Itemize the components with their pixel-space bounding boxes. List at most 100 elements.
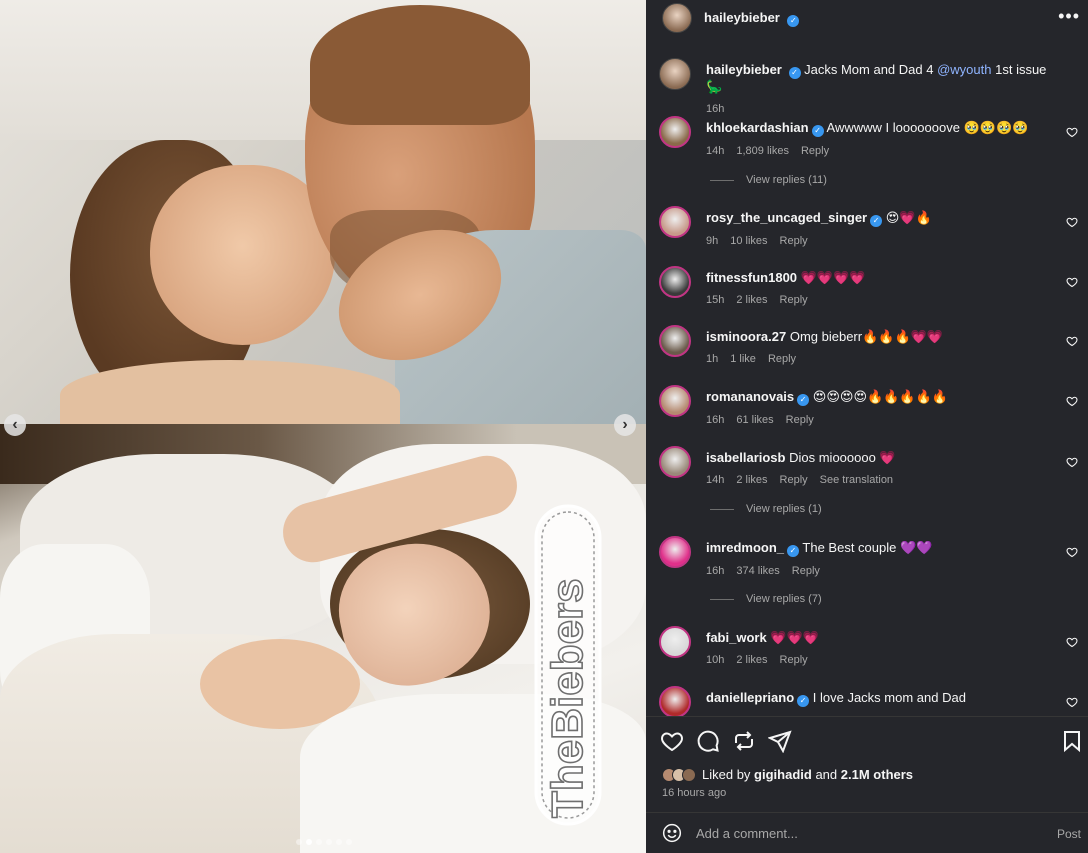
liked-by-and: and (815, 767, 838, 782)
comment-text: 😍😍😍😍🔥🔥🔥🔥🔥 (812, 389, 948, 404)
commenter-avatar[interactable] (659, 626, 691, 658)
comment-likes[interactable]: 10 likes (730, 233, 767, 249)
commenter-username[interactable]: romananovais (706, 389, 794, 404)
comment-likes[interactable]: 2 likes (736, 652, 767, 668)
commenter-username[interactable]: rosy_the_uncaged_singer (706, 210, 867, 225)
view-replies-label: View replies (11) (746, 174, 827, 186)
reply-button[interactable]: Reply (780, 652, 808, 668)
post-timestamp: 16 hours ago (662, 787, 727, 799)
comment-text: 💗💗💗💗 (800, 270, 866, 285)
caption-mention-link[interactable]: @wyouth (937, 62, 991, 77)
comment-icon[interactable] (696, 729, 720, 753)
post-comment-button[interactable]: Post (1057, 827, 1081, 841)
reply-button[interactable]: Reply (786, 412, 814, 428)
post-side-panel: haileybieber ✓ ••• haileybieber ✓ Jacks … (646, 0, 1088, 853)
view-replies-button[interactable]: View replies (1) (710, 503, 822, 515)
author-username[interactable]: haileybieber (704, 10, 780, 25)
view-replies-button[interactable]: View replies (11) (710, 174, 827, 186)
caption-author-avatar[interactable] (659, 58, 691, 90)
comment-likes[interactable]: 2 likes (736, 292, 767, 308)
like-comment-icon[interactable] (1066, 395, 1078, 407)
carousel-photo-top (0, 0, 646, 424)
comment-text: 😍💗🔥 (885, 210, 932, 225)
liked-by-avatars (662, 767, 696, 782)
commenter-username[interactable]: khloekardashian (706, 120, 809, 135)
comment-time: 9h (706, 235, 719, 247)
like-comment-icon[interactable] (1066, 696, 1078, 708)
author-avatar[interactable] (662, 3, 692, 33)
view-replies-button[interactable]: View replies (7) (710, 593, 822, 605)
post-header: haileybieber ✓ ••• (646, 0, 1088, 36)
reply-button[interactable]: Reply (780, 472, 808, 488)
verified-badge-icon: ✓ (787, 15, 800, 27)
liked-by-user-link[interactable]: gigihadid (754, 767, 812, 782)
more-options-icon[interactable]: ••• (1058, 6, 1080, 27)
bookmark-icon[interactable] (1060, 729, 1084, 753)
likes-summary: Liked by gigihadid and 2.1M others (662, 767, 913, 782)
comment-text: 💗💗💗 (770, 630, 819, 645)
commenter-username[interactable]: fitnessfun1800 (706, 270, 797, 285)
commenter-avatar[interactable] (659, 536, 691, 568)
verified-badge-icon: ✓ (811, 125, 824, 137)
reply-button[interactable]: Reply (768, 351, 796, 367)
carousel-next-button[interactable]: › (614, 414, 636, 436)
comment-text: Dios mioooooo 💗 (789, 450, 896, 465)
comment-likes[interactable]: 1,809 likes (736, 143, 789, 159)
commenter-username[interactable]: daniellepriano (706, 690, 794, 705)
reply-button[interactable]: Reply (780, 233, 808, 249)
post-actions: Liked by gigihadid and 2.1M others 16 ho… (646, 716, 1088, 812)
like-comment-icon[interactable] (1066, 276, 1078, 288)
add-comment-bar: Post (646, 812, 1088, 853)
liked-by-prefix: Liked by (702, 767, 751, 782)
like-comment-icon[interactable] (1066, 216, 1078, 228)
comment-likes[interactable]: 2 likes (736, 472, 767, 488)
likes-count-link[interactable]: 2.1M others (841, 767, 913, 782)
comment-likes[interactable]: 1 like (730, 351, 756, 367)
commenter-avatar[interactable] (659, 206, 691, 238)
carousel-prev-button[interactable]: ‹ (4, 414, 26, 436)
emoji-icon[interactable] (662, 823, 682, 843)
commenter-avatar[interactable] (659, 116, 691, 148)
commenter-avatar[interactable] (659, 266, 691, 298)
carousel-dot (306, 839, 312, 845)
caption-author-username[interactable]: haileybieber (706, 62, 782, 77)
commenter-username[interactable]: imredmoon_ (706, 540, 784, 555)
like-comment-icon[interactable] (1066, 335, 1078, 347)
reply-button[interactable]: Reply (801, 143, 829, 159)
heart-icon[interactable] (660, 729, 684, 753)
reply-button[interactable]: Reply (792, 563, 820, 579)
comment-text: The Best couple 💜💜 (802, 540, 933, 555)
view-replies-label: View replies (1) (746, 503, 822, 515)
avatar (682, 767, 696, 782)
comment-input[interactable] (696, 823, 1016, 843)
carousel-dot (326, 839, 332, 845)
comment-text: I love Jacks mom and Dad (812, 690, 966, 705)
commenter-avatar[interactable] (659, 325, 691, 357)
like-comment-icon[interactable] (1066, 636, 1078, 648)
commenter-avatar[interactable] (659, 385, 691, 417)
commenter-username[interactable]: isminoora.27 (706, 329, 786, 344)
share-icon[interactable] (732, 729, 756, 753)
comment-text: Omg bieberr🔥🔥🔥💗💗 (789, 329, 944, 344)
carousel-dot (346, 839, 352, 845)
commenter-username[interactable]: isabellariosb (706, 450, 785, 465)
replies-divider (710, 598, 734, 600)
comment-time: 14h (706, 145, 725, 157)
sticker-text: TheBiebers (543, 578, 592, 818)
comments-list[interactable]: haileybieber ✓ Jacks Mom and Dad 4 @wyou… (646, 50, 1088, 716)
like-comment-icon[interactable] (1066, 456, 1078, 468)
like-comment-icon[interactable] (1066, 546, 1078, 558)
send-icon[interactable] (768, 729, 792, 753)
commenter-username[interactable]: fabi_work (706, 630, 767, 645)
comment-likes[interactable]: 61 likes (736, 412, 773, 428)
like-comment-icon[interactable] (1066, 126, 1078, 138)
commenter-avatar[interactable] (659, 446, 691, 478)
reply-button[interactable]: Reply (780, 292, 808, 308)
caption-time: 16h (706, 103, 725, 115)
view-replies-label: View replies (7) (746, 593, 822, 605)
see-translation-button[interactable]: See translation (820, 472, 893, 488)
post-media[interactable]: TheBiebers ‹ › (0, 0, 646, 853)
comment-time: 1h (706, 353, 719, 365)
comment-likes[interactable]: 374 likes (736, 563, 779, 579)
commenter-avatar[interactable] (659, 686, 691, 716)
